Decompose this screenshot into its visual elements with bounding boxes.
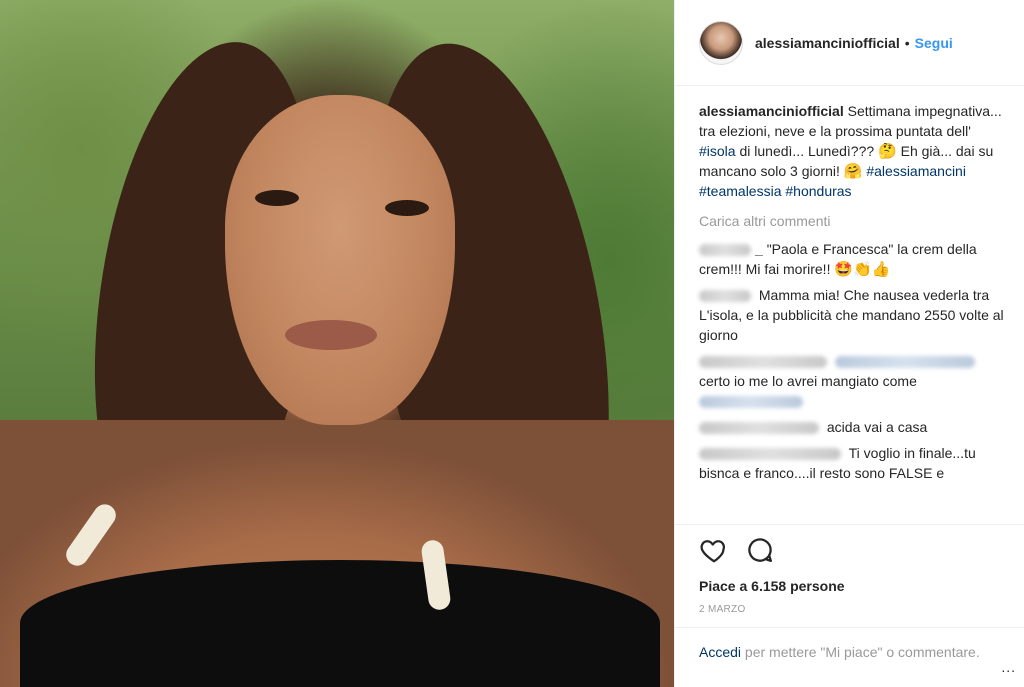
caption-text-2: di lunedì... Lunedì??? bbox=[739, 143, 875, 159]
post-header: alessiamanciniofficial • Segui bbox=[675, 0, 1024, 86]
comment-author[interactable]: _ bbox=[755, 241, 763, 257]
action-bar bbox=[675, 524, 1024, 574]
blurred-username bbox=[699, 356, 827, 369]
hashtag-teamalessia[interactable]: #teamalessia bbox=[699, 183, 782, 199]
comments-list[interactable]: alessiamanciniofficial Settimana impegna… bbox=[675, 86, 1024, 524]
blurred-username bbox=[699, 448, 841, 461]
blurred-mention bbox=[834, 356, 975, 369]
blurred-mention bbox=[699, 396, 803, 409]
header-separator: • bbox=[904, 34, 910, 51]
follow-button[interactable]: Segui bbox=[915, 35, 953, 51]
comment-icon[interactable] bbox=[745, 535, 775, 565]
blurred-username bbox=[699, 244, 751, 257]
comment-emoji-icons: 🤩👏👍 bbox=[834, 260, 891, 278]
photo-lips bbox=[285, 320, 377, 350]
more-options-icon[interactable]: ... bbox=[1001, 659, 1016, 675]
hashtag-honduras[interactable]: #honduras bbox=[785, 183, 851, 199]
comment-text: acida vai a casa bbox=[826, 419, 928, 435]
photo-dress bbox=[20, 560, 660, 687]
post-caption: alessiamanciniofficial Settimana impegna… bbox=[699, 101, 1008, 201]
likes-count[interactable]: Piace a 6.158 persone bbox=[675, 574, 1024, 594]
comment: Ti voglio in finale...tu bisnca e franco… bbox=[699, 443, 1008, 483]
login-prompt: Accedi per mettere "Mi piace" o commenta… bbox=[675, 627, 1024, 687]
post-date: 2 MARZO bbox=[699, 604, 746, 615]
post-side-panel: alessiamanciniofficial • Segui alessiama… bbox=[674, 0, 1024, 687]
thinking-emoji-icon: 🤔 bbox=[878, 142, 897, 160]
photo-eye-left bbox=[255, 190, 299, 206]
hashtag-isola[interactable]: #isola bbox=[699, 143, 736, 159]
blurred-username bbox=[699, 422, 819, 435]
comment: acida vai a casa bbox=[699, 417, 1008, 437]
photo-face bbox=[225, 95, 455, 425]
hugging-emoji-icon: 🤗 bbox=[843, 162, 863, 180]
header-username[interactable]: alessiamanciniofficial bbox=[755, 35, 900, 51]
blurred-username bbox=[699, 290, 751, 303]
heart-icon[interactable] bbox=[699, 535, 729, 565]
hashtag-alessiamancini[interactable]: #alessiamancini bbox=[866, 163, 966, 179]
caption-author[interactable]: alessiamanciniofficial bbox=[699, 103, 844, 119]
comment: _ "Paola e Francesca" la crem della crem… bbox=[699, 239, 1008, 279]
comment: Mamma mia! Che nausea vederla tra L'isol… bbox=[699, 285, 1008, 345]
post: alessiamanciniofficial • Segui alessiama… bbox=[0, 0, 1024, 687]
login-prompt-text: per mettere "Mi piace" o commentare. bbox=[744, 644, 980, 660]
load-more-comments-link[interactable]: Carica altri commenti bbox=[699, 211, 1008, 231]
post-photo[interactable] bbox=[0, 0, 674, 687]
comment-text: certo io me lo avrei mangiato come bbox=[699, 373, 917, 389]
avatar[interactable] bbox=[699, 20, 743, 65]
photo-eye-right bbox=[385, 200, 429, 216]
comment: certo io me lo avrei mangiato come bbox=[699, 351, 1008, 411]
login-link[interactable]: Accedi bbox=[699, 644, 741, 660]
